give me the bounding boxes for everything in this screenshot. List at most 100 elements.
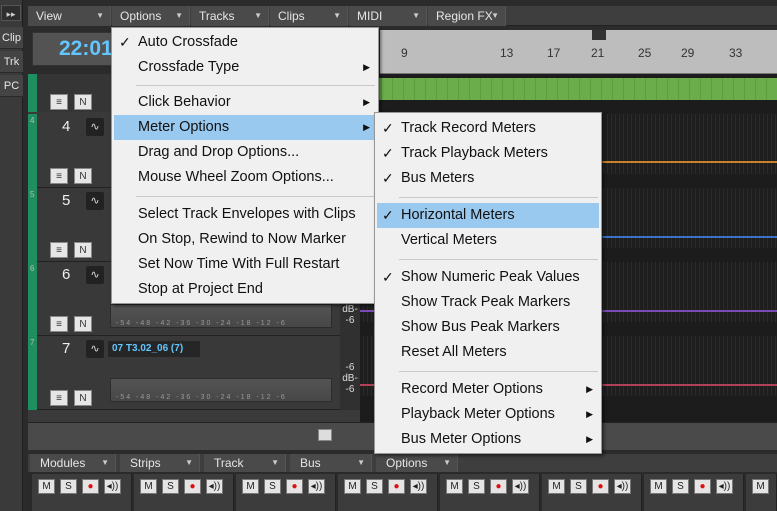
solo-button[interactable]: S — [672, 479, 689, 494]
waveform-icon[interactable]: ∿ — [86, 266, 104, 284]
mute-button[interactable]: M — [548, 479, 565, 494]
menu-item-label: Click Behavior — [138, 94, 231, 110]
region-fx-menu[interactable]: Region FX ▼ — [428, 6, 506, 26]
midi-menu[interactable]: MIDI ▼ — [349, 6, 427, 26]
solo-button[interactable]: S — [468, 479, 485, 494]
track-color-strip — [28, 262, 37, 336]
db-readout: -6 dB- -6 — [340, 336, 360, 410]
record-arm-button[interactable]: ● — [184, 479, 201, 494]
solo-button[interactable]: S — [264, 479, 281, 494]
audio-clip[interactable] — [360, 78, 777, 100]
input-echo-button[interactable]: ◂)) — [308, 479, 325, 494]
input-echo-button[interactable]: ◂)) — [614, 479, 631, 494]
menu-item-track-record-meters[interactable]: ✓ Track Record Meters — [377, 116, 599, 141]
menu-item-show-bus-peak-markers[interactable]: Show Bus Peak Markers — [377, 315, 599, 340]
automation-button[interactable]: N — [74, 390, 92, 406]
menu-item-reset-all-meters[interactable]: Reset All Meters — [377, 340, 599, 365]
options-menu[interactable]: Options ▼ — [112, 6, 190, 26]
menu-item-horizontal-meters[interactable]: ✓ Horizontal Meters — [377, 203, 599, 228]
input-echo-button[interactable]: ◂)) — [410, 479, 427, 494]
console-options-menu[interactable]: Options ▼ — [376, 454, 458, 472]
track-settings-button[interactable]: ≡ — [50, 94, 68, 110]
menu-item-show-track-peak-markers[interactable]: Show Track Peak Markers — [377, 290, 599, 315]
solo-button[interactable]: S — [162, 479, 179, 494]
track-menu[interactable]: Track ▼ — [204, 454, 286, 472]
modules-menu[interactable]: Modules ▼ — [30, 454, 116, 472]
solo-button[interactable]: S — [60, 479, 77, 494]
track-tab[interactable]: Trk — [0, 51, 23, 73]
input-echo-button[interactable]: ◂)) — [104, 479, 121, 494]
solo-button[interactable]: S — [366, 479, 383, 494]
console-strips: M S ● ◂)) M S ● ◂)) M S ● ◂)) M S ● ◂)) … — [28, 472, 777, 511]
track-settings-button[interactable]: ≡ — [50, 390, 68, 406]
automation-button[interactable]: N — [74, 94, 92, 110]
view-menu[interactable]: View ▼ — [28, 6, 111, 26]
mute-button[interactable]: M — [242, 479, 259, 494]
track-settings-button[interactable]: ≡ — [50, 316, 68, 332]
automation-button[interactable]: N — [74, 242, 92, 258]
track-index: 7 — [30, 338, 35, 347]
menu-item-record-meter-options[interactable]: Record Meter Options ▶ — [377, 377, 599, 402]
record-arm-button[interactable]: ● — [592, 479, 609, 494]
track-settings-button[interactable]: ≡ — [50, 168, 68, 184]
menu-item-meter-options[interactable]: Meter Options ▶ — [114, 115, 376, 140]
waveform-icon[interactable]: ∿ — [86, 118, 104, 136]
clips-menu[interactable]: Clips ▼ — [270, 6, 348, 26]
menu-item-playback-meter-options[interactable]: Playback Meter Options ▶ — [377, 402, 599, 427]
menu-item-vertical-meters[interactable]: Vertical Meters — [377, 228, 599, 253]
mute-button[interactable]: M — [650, 479, 667, 494]
menu-item-set-now-time-restart[interactable]: Set Now Time With Full Restart — [114, 252, 376, 277]
automation-button[interactable]: N — [74, 168, 92, 184]
waveform-icon[interactable]: ∿ — [86, 340, 104, 358]
track-settings-button[interactable]: ≡ — [50, 242, 68, 258]
mute-button[interactable]: M — [344, 479, 361, 494]
waveform-icon[interactable]: ∿ — [86, 192, 104, 210]
expand-toggle-button[interactable]: ▸▸ — [1, 5, 21, 21]
record-arm-button[interactable]: ● — [490, 479, 507, 494]
timeline-ruler[interactable]: 9 13 17 21 25 29 33 — [380, 30, 777, 74]
collapse-icon[interactable] — [318, 429, 332, 441]
midi-menu-label: MIDI — [357, 9, 383, 23]
record-arm-button[interactable]: ● — [694, 479, 711, 494]
now-marker-icon[interactable] — [592, 30, 606, 40]
chevron-down-icon: ▼ — [271, 458, 279, 467]
record-arm-button[interactable]: ● — [82, 479, 99, 494]
automation-button[interactable]: N — [74, 316, 92, 332]
input-echo-button[interactable]: ◂)) — [512, 479, 529, 494]
menu-item-bus-meter-options[interactable]: Bus Meter Options ▶ — [377, 427, 599, 452]
track-name-field[interactable]: 07 T3.02_06 (7) — [108, 341, 200, 357]
menu-item-track-playback-meters[interactable]: ✓ Track Playback Meters — [377, 141, 599, 166]
menu-item-stop-at-project-end[interactable]: Stop at Project End — [114, 277, 376, 302]
mute-button[interactable]: M — [140, 479, 157, 494]
menu-item-auto-crossfade[interactable]: ✓ Auto Crossfade — [114, 30, 376, 55]
input-echo-button[interactable]: ◂)) — [206, 479, 223, 494]
pc-tab[interactable]: PC — [0, 75, 23, 97]
menu-item-drag-drop-options[interactable]: Drag and Drop Options... — [114, 140, 376, 165]
strips-menu[interactable]: Strips ▼ — [120, 454, 200, 472]
record-arm-button[interactable]: ● — [388, 479, 405, 494]
chevron-down-icon: ▼ — [333, 11, 341, 20]
mute-button[interactable]: M — [38, 479, 55, 494]
mute-button[interactable]: M — [752, 479, 769, 494]
solo-button[interactable]: S — [570, 479, 587, 494]
menu-item-mouse-wheel-zoom[interactable]: Mouse Wheel Zoom Options... — [114, 165, 376, 190]
track-7[interactable]: 7 7 ∿ 07 T3.02_06 (7) -54 -48 -42 -36 -3… — [28, 336, 360, 410]
chevron-down-icon: ▼ — [96, 11, 104, 20]
menu-item-show-numeric-peak[interactable]: ✓ Show Numeric Peak Values — [377, 265, 599, 290]
track-menu-label: Track — [214, 456, 244, 470]
menu-item-select-track-envelopes[interactable]: Select Track Envelopes with Clips — [114, 202, 376, 227]
menu-item-click-behavior[interactable]: Click Behavior ▶ — [114, 90, 376, 115]
menu-item-rewind-on-stop[interactable]: On Stop, Rewind to Now Marker — [114, 227, 376, 252]
check-icon: ✓ — [382, 269, 394, 285]
clip-tab[interactable]: Clip — [0, 27, 23, 49]
bus-menu[interactable]: Bus ▼ — [290, 454, 372, 472]
input-echo-button[interactable]: ◂)) — [716, 479, 733, 494]
chevron-down-icon: ▼ — [254, 11, 262, 20]
tracks-menu[interactable]: Tracks ▼ — [191, 6, 269, 26]
now-time-display[interactable]: 22:01 — [32, 32, 122, 66]
mute-button[interactable]: M — [446, 479, 463, 494]
menu-item-crossfade-type[interactable]: Crossfade Type ▶ — [114, 55, 376, 80]
menu-item-label: Auto Crossfade — [138, 34, 238, 50]
record-arm-button[interactable]: ● — [286, 479, 303, 494]
menu-item-bus-meters[interactable]: ✓ Bus Meters — [377, 166, 599, 191]
